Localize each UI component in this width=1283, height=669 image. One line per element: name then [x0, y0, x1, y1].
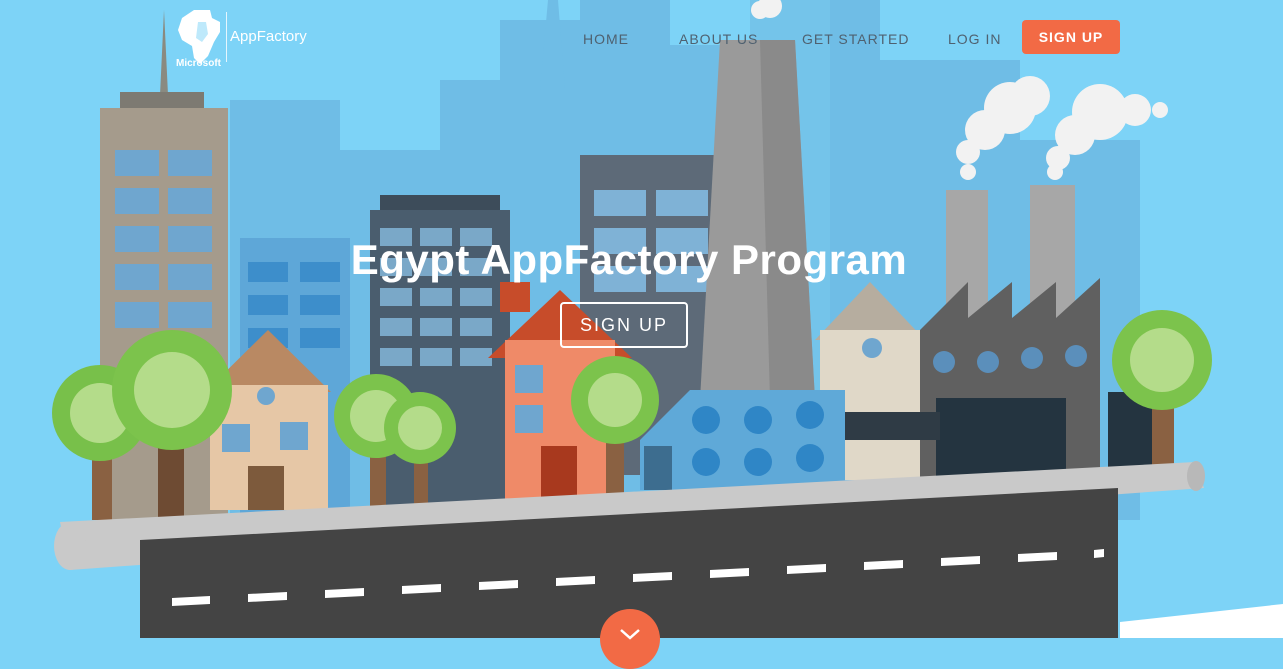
nav-home[interactable]: HOME	[583, 31, 629, 47]
nav-get-started[interactable]: GET STARTED	[802, 31, 909, 47]
nav-about-us[interactable]: ABOUT US	[679, 31, 758, 47]
chevron-down-icon	[620, 629, 640, 640]
nav-log-in[interactable]: LOG IN	[948, 31, 1001, 47]
nav-signup-button[interactable]: SIGN UP	[1022, 20, 1120, 54]
brand-logo[interactable]: AppFactory Microsoft	[160, 6, 330, 76]
brand-name: AppFactory	[230, 28, 307, 45]
hero-signup-button[interactable]: SIGN UP	[560, 302, 688, 348]
top-navbar: AppFactory Microsoft HOME ABOUT US GET S…	[0, 0, 1283, 80]
brand-sub: Microsoft	[176, 58, 221, 69]
scroll-down-button[interactable]	[600, 609, 660, 669]
logo-divider	[226, 12, 227, 62]
hero-title: Egypt AppFactory Program	[350, 236, 908, 283]
